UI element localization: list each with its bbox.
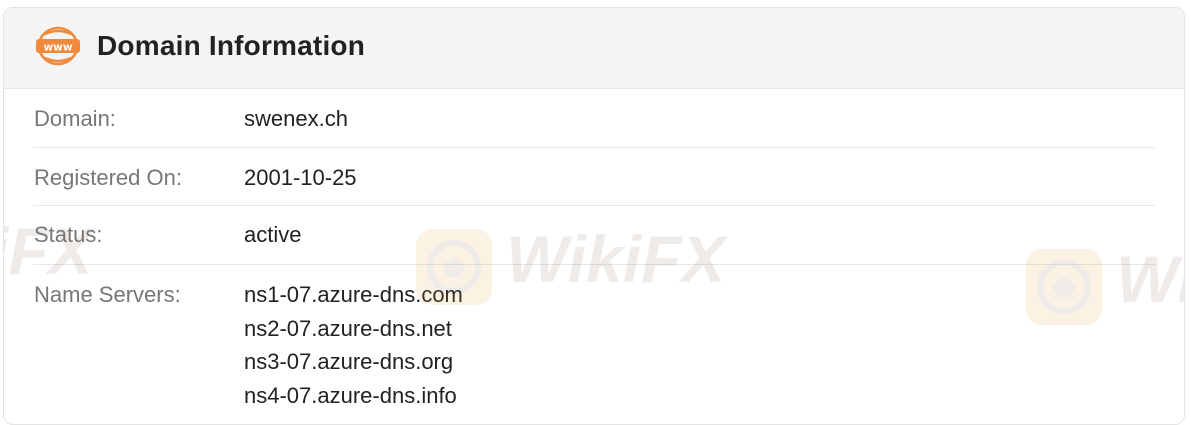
name-server-item: ns1-07.azure-dns.com	[244, 282, 463, 307]
registered-on-value: 2001-10-25	[244, 165, 357, 190]
domain-row: Domain: swenex.ch	[33, 89, 1155, 148]
name-server-item: ns4-07.azure-dns.info	[244, 382, 457, 408]
name-servers-row: Name Servers: ns1-07.azure-dns.com ns2-0…	[33, 265, 1155, 424]
status-label: Status:	[34, 222, 103, 247]
svg-text:www: www	[43, 42, 72, 54]
domain-information-card: www Domain Information Domain: swenex.ch…	[3, 7, 1185, 425]
registered-on-row: Registered On: 2001-10-25	[33, 148, 1155, 206]
status-value: active	[244, 222, 302, 247]
name-server-item: ns3-07.azure-dns.org	[244, 349, 454, 374]
name-servers-list: ns1-07.azure-dns.com ns2-07.azure-dns.ne…	[244, 278, 463, 412]
name-servers-label: Name Servers:	[34, 282, 181, 307]
domain-label: Domain:	[34, 106, 116, 131]
card-header: www Domain Information	[4, 8, 1184, 89]
name-server-item: ns2-07.azure-dns.net	[244, 315, 452, 341]
domain-value: swenex.ch	[244, 106, 348, 131]
card-title: Domain Information	[97, 30, 366, 61]
status-row: Status: active	[33, 206, 1155, 265]
www-icon: www	[36, 26, 80, 66]
info-rows: Domain: swenex.ch Registered On: 2001-10…	[4, 89, 1184, 424]
registered-on-label: Registered On:	[34, 165, 182, 190]
